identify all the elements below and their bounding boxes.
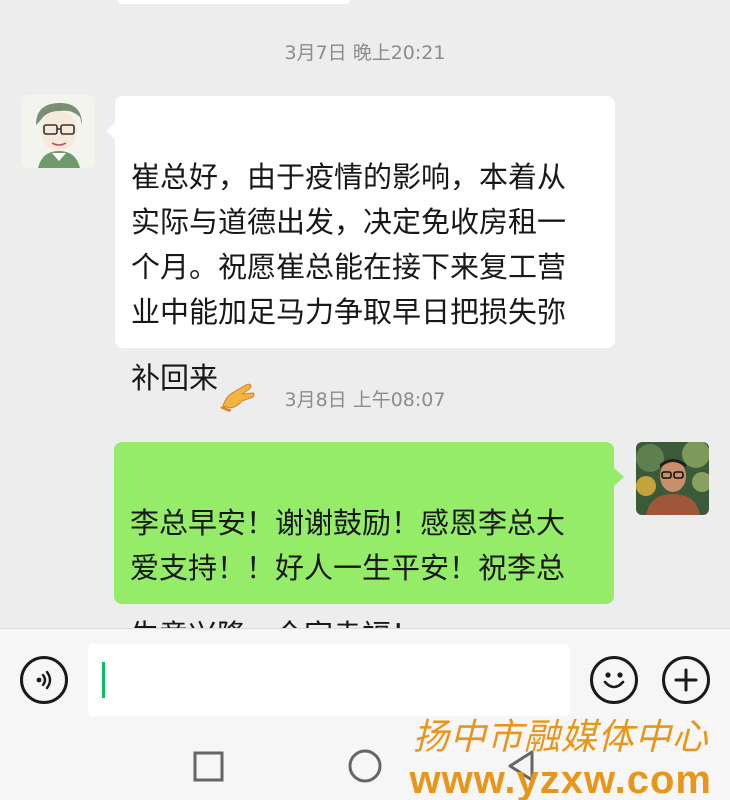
voice-icon	[36, 670, 52, 690]
user-photo-icon	[636, 442, 709, 515]
more-button[interactable]	[662, 656, 710, 704]
text-caret	[102, 662, 105, 698]
timestamp: 3月8日 上午08:07	[284, 389, 446, 411]
cartoon-avatar-icon	[22, 95, 95, 168]
emoji-button[interactable]	[590, 656, 638, 704]
previous-message-fragment	[118, 0, 350, 4]
watermark: 扬中市融媒体中心 www.yzxw.com	[410, 718, 712, 800]
contact-avatar[interactable]	[22, 95, 95, 168]
message-input[interactable]	[88, 644, 570, 716]
timestamp: 3月7日 晚上20:21	[284, 42, 446, 64]
plus-icon	[674, 668, 698, 692]
my-avatar[interactable]	[636, 442, 709, 515]
bubble-arrow	[614, 468, 624, 486]
voice-button[interactable]	[20, 656, 68, 704]
recent-apps-icon[interactable]	[192, 750, 226, 784]
message-text: 崔总好，由于疫情的影响，本着从 实际与道德出发，决定免收房租一 个月。祝愿崔总能…	[131, 160, 567, 395]
home-icon[interactable]	[347, 748, 383, 784]
watermark-url: www.yzxw.com	[409, 758, 712, 800]
watermark-title: 扬中市融媒体中心	[412, 717, 709, 758]
message-bubble-received[interactable]: 崔总好，由于疫情的影响，本着从 实际与道德出发，决定免收房租一 个月。祝愿崔总能…	[115, 96, 615, 412]
smiley-icon	[603, 672, 625, 689]
message-bubble-sent[interactable]: 李总早安！谢谢鼓励！感恩李总大 爱支持！！好人一生平安！祝李总 生意兴隆、全家幸…	[114, 442, 614, 670]
